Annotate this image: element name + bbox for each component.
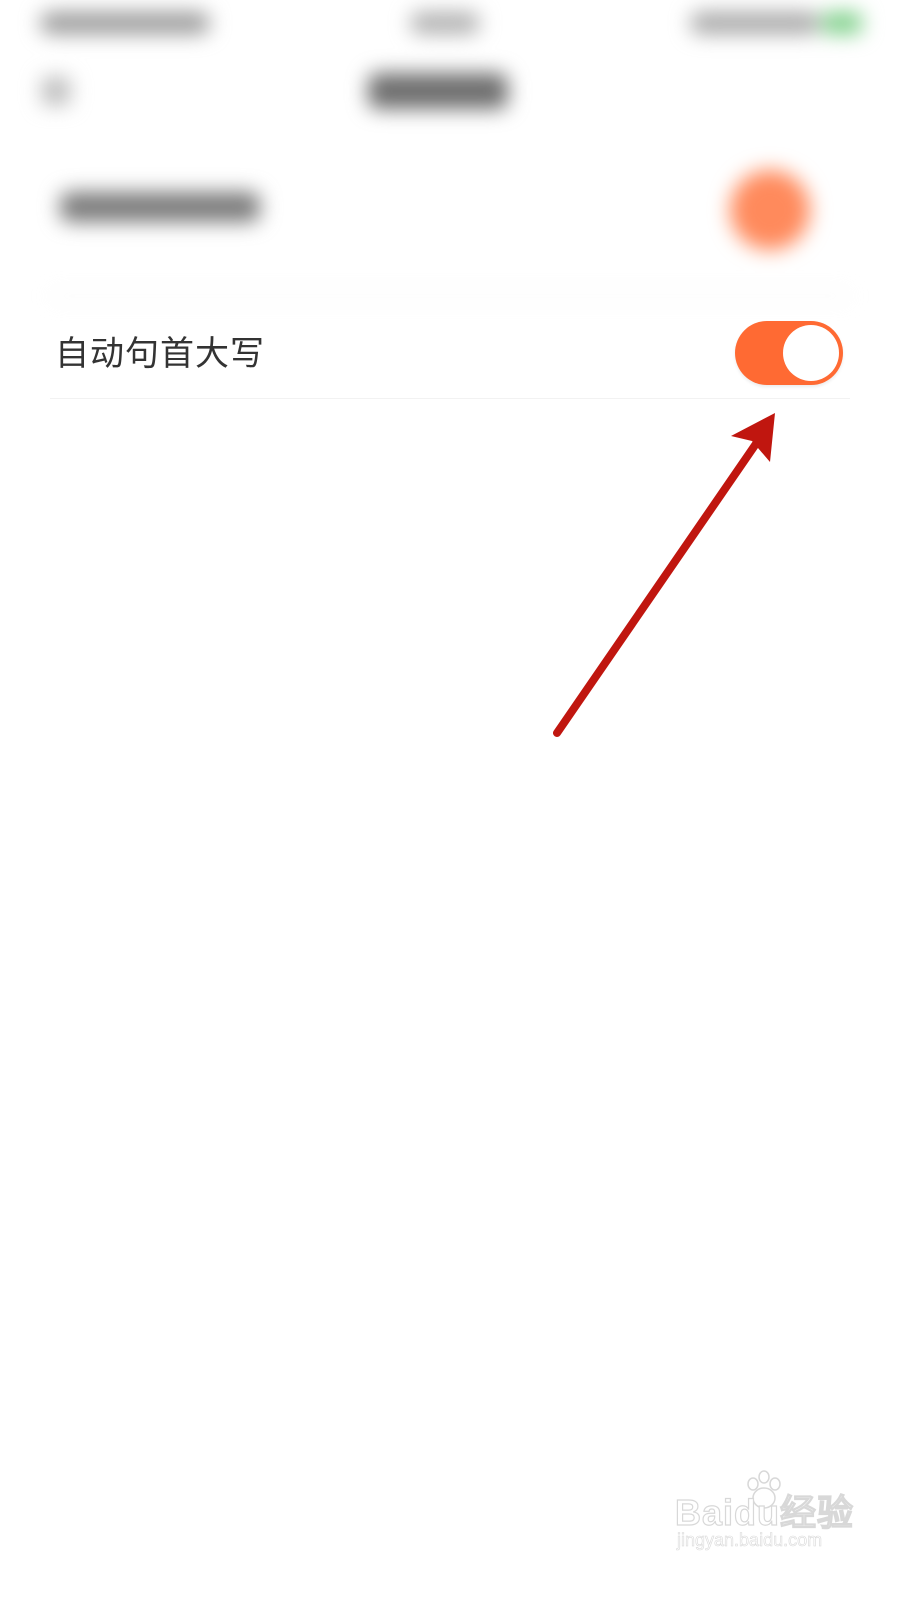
watermark-url: jingyan.baidu.com bbox=[677, 1530, 823, 1551]
status-time bbox=[410, 12, 480, 34]
toggle-switch-blurred[interactable] bbox=[730, 170, 810, 250]
setting-row-auto-capitalize[interactable]: 自动句首大写 bbox=[0, 310, 900, 400]
watermark: Baidu经验 jingyan.baidu.com bbox=[674, 1470, 854, 1555]
auto-capitalize-toggle[interactable] bbox=[735, 321, 843, 385]
status-icons bbox=[690, 12, 820, 34]
setting-label-blurred bbox=[60, 192, 260, 222]
nav-bar bbox=[0, 55, 900, 130]
toggle-knob bbox=[783, 325, 839, 381]
back-arrow-icon[interactable] bbox=[42, 77, 70, 105]
arrow-head bbox=[731, 413, 775, 462]
blurred-header-region bbox=[0, 0, 900, 320]
status-bar bbox=[0, 0, 900, 50]
page-title bbox=[368, 73, 508, 109]
setting-label: 自动句首大写 bbox=[55, 334, 265, 374]
divider bbox=[50, 398, 850, 399]
divider bbox=[50, 295, 850, 297]
watermark-brand: Baidu经验 bbox=[674, 1491, 855, 1533]
battery-icon bbox=[822, 12, 862, 34]
status-carrier bbox=[40, 12, 210, 34]
arrow-shaft bbox=[553, 431, 766, 737]
setting-row-blurred[interactable] bbox=[0, 150, 900, 300]
